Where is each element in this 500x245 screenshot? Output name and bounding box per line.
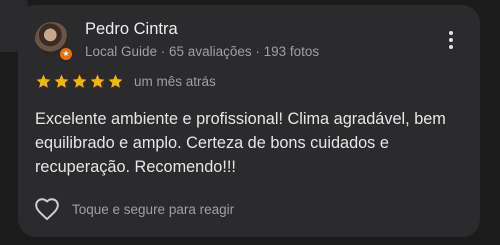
star-icon (108, 74, 123, 88)
react-button[interactable]: Toque e segure para reagir (34, 197, 234, 221)
review-text: Excelente ambiente e profissional! Clima… (35, 110, 446, 176)
heart-outline-icon (35, 198, 59, 221)
avatar[interactable]: ★ (35, 22, 73, 61)
star-rating (35, 73, 124, 90)
react-hint-label: Toque e segure para reagir (72, 201, 235, 217)
more-vert-icon (449, 31, 453, 35)
author-name[interactable]: Pedro Cintra (85, 20, 178, 39)
more-options-button[interactable] (440, 27, 462, 53)
star-icon (90, 74, 105, 88)
review-date: um mês atrás (134, 74, 216, 89)
author-meta: Local Guide · 65 avaliações · 193 fotos (85, 44, 320, 59)
rating-row: um mês atrás (35, 73, 216, 90)
star-icon (36, 74, 51, 88)
local-guide-badge-icon: ★ (59, 47, 73, 61)
star-icon (72, 74, 87, 88)
star-icon (54, 74, 69, 88)
review-card: ★ Pedro Cintra Local Guide · 65 avaliaçõ… (18, 5, 480, 237)
